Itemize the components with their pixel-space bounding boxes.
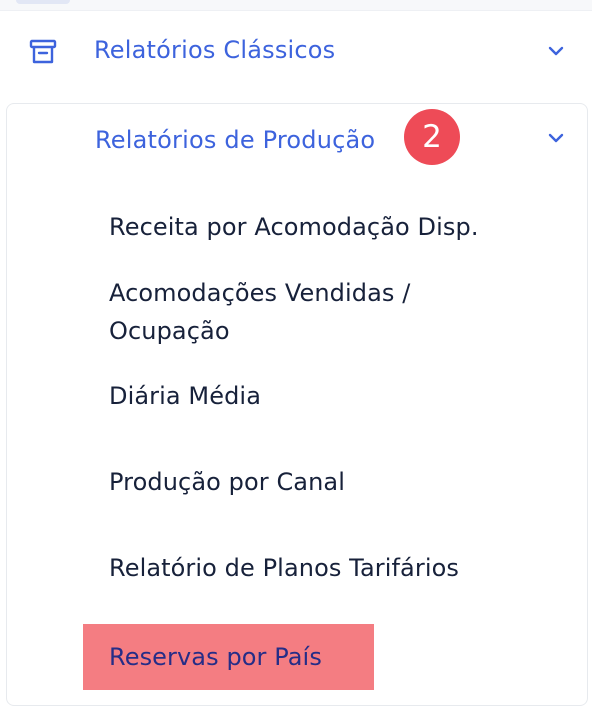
reports-navigation: Relatórios Clássicos Relatórios de Produ…: [0, 0, 592, 710]
chevron-down-icon[interactable]: [546, 41, 566, 61]
submenu-item-production-by-channel[interactable]: Produção por Canal: [109, 463, 529, 501]
submenu-item-reservations-by-country[interactable]: Reservas por País: [83, 624, 374, 690]
production-reports-panel: Relatórios de Produção 2 Receita por Aco…: [6, 103, 588, 706]
production-reports-menu-item[interactable]: Relatórios de Produção 2: [7, 104, 587, 176]
archive-box-icon: [28, 38, 58, 66]
production-reports-label: Relatórios de Produção: [95, 126, 376, 154]
classic-reports-label: Relatórios Clássicos: [94, 36, 336, 64]
top-divider: [0, 0, 592, 11]
classic-reports-menu-item[interactable]: Relatórios Clássicos: [0, 24, 592, 80]
top-tab-indicator: [16, 0, 70, 4]
submenu-item-average-daily-rate[interactable]: Diária Média: [109, 377, 529, 415]
notification-count-badge: 2: [404, 109, 460, 165]
submenu-item-rate-plans-report[interactable]: Relatório de Planos Tarifários: [109, 549, 529, 587]
submenu-item-room-nights-sold-occupancy[interactable]: Acomodações Vendidas / Ocupação: [109, 274, 469, 350]
submenu-item-revenue-per-available-room[interactable]: Receita por Acomodação Disp.: [109, 208, 529, 246]
reservations-by-country-label: Reservas por País: [109, 643, 322, 671]
chevron-down-icon[interactable]: [546, 128, 566, 148]
